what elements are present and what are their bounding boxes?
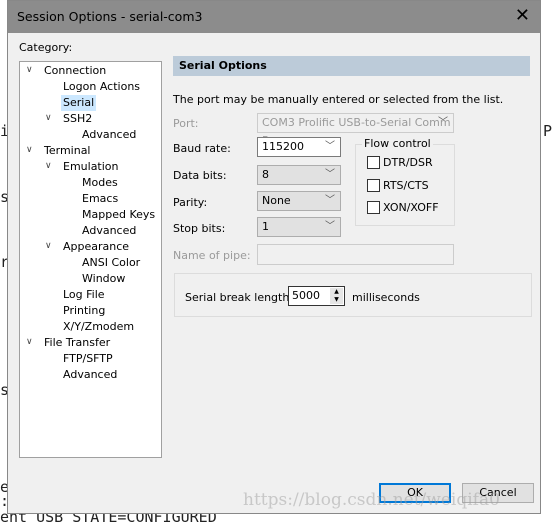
checkbox-icon — [367, 179, 380, 192]
tree-item[interactable]: Mapped Keys — [82, 207, 155, 223]
panel-header: Serial Options — [173, 56, 530, 76]
tree-item[interactable]: Advanced — [82, 127, 136, 143]
dtr-dsr-checkbox[interactable]: DTR/DSR — [367, 156, 433, 169]
break-value: 5000 — [292, 289, 320, 302]
tree-item[interactable]: Terminal — [44, 143, 91, 159]
dialog-title: Session Options - serial-com3 — [17, 9, 203, 24]
tree-item[interactable]: Modes — [82, 175, 118, 191]
parity-label: Parity: — [173, 196, 208, 209]
chevron-down-icon: ﹀ — [325, 141, 335, 152]
pipe-input[interactable] — [257, 244, 454, 265]
tree-item[interactable]: Logon Actions — [63, 79, 140, 95]
tree-item[interactable]: SSH2 — [63, 111, 92, 127]
parity-value: None — [262, 194, 291, 207]
tree-item[interactable]: Serial — [61, 95, 97, 111]
tree-item[interactable]: FTP/SFTP — [63, 351, 113, 367]
close-icon[interactable]: ✕ — [515, 5, 530, 26]
checkbox-icon — [367, 156, 380, 169]
tree-item[interactable]: Connection — [44, 63, 106, 79]
bg-text: P — [543, 122, 553, 140]
chevron-down-icon[interactable]: ∨ — [45, 241, 52, 251]
title-bar: Session Options - serial-com3 ✕ — [8, 1, 540, 33]
chevron-down-icon: ﹀ — [438, 117, 448, 128]
category-label: Category: — [19, 41, 73, 54]
spinner-arrows-icon[interactable]: ▲ ▼ — [330, 288, 343, 304]
tree-item[interactable]: Advanced — [82, 223, 136, 239]
data-bits-label: Data bits: — [173, 169, 227, 182]
port-label: Port: — [173, 117, 199, 130]
xon-label: XON/XOFF — [383, 201, 439, 214]
checkbox-icon — [367, 201, 380, 214]
tree-item[interactable]: Log File — [63, 287, 105, 303]
break-label: Serial break length: — [185, 291, 294, 304]
tree-item[interactable]: Emulation — [63, 159, 119, 175]
baud-value: 115200 — [262, 140, 304, 153]
chevron-down-icon[interactable]: ∨ — [45, 161, 52, 171]
tree-item[interactable]: ANSI Color — [82, 255, 140, 271]
data-bits-combo[interactable]: 8 ﹀ — [257, 165, 341, 185]
rts-label: RTS/CTS — [383, 179, 429, 192]
tree-item[interactable]: File Transfer — [44, 335, 110, 351]
stop-bits-value: 1 — [262, 220, 269, 233]
tree-item[interactable]: Emacs — [82, 191, 118, 207]
stop-bits-combo[interactable]: 1 ﹀ — [257, 217, 341, 237]
chevron-down-icon[interactable]: ∨ — [26, 145, 33, 155]
flow-control-label: Flow control — [362, 137, 433, 150]
chevron-down-icon: ﹀ — [325, 195, 335, 206]
chevron-down-icon: ﹀ — [325, 169, 335, 180]
tree-item[interactable]: Printing — [63, 303, 105, 319]
chevron-down-icon[interactable]: ∨ — [26, 65, 33, 75]
port-combo[interactable]: COM3 Prolific USB-to-Serial Comm Po﹀ — [257, 113, 454, 147]
pipe-label: Name of pipe: — [173, 249, 251, 262]
xon-xoff-checkbox[interactable]: XON/XOFF — [367, 201, 439, 214]
chevron-down-icon[interactable]: ∨ — [45, 113, 52, 123]
dtr-label: DTR/DSR — [383, 156, 433, 169]
break-length-input[interactable]: 5000 ▲ ▼ — [288, 286, 345, 306]
description: The port may be manually entered or sele… — [173, 93, 504, 106]
session-options-dialog: Session Options - serial-com3 ✕ Category… — [7, 0, 541, 514]
data-bits-value: 8 — [262, 168, 269, 181]
category-tree[interactable]: ∨ Connection Logon Actions Serial ∨ SSH2 Advan… — [19, 61, 162, 458]
tree-item[interactable]: X/Y/Zmodem — [63, 319, 134, 335]
tree-item[interactable]: Advanced — [63, 367, 117, 383]
baud-rate-combo[interactable]: 115200 ﹀ — [257, 137, 341, 157]
watermark: https://blog.csdn.net/weiqifa0 — [243, 490, 500, 510]
tree-item[interactable]: Appearance — [63, 239, 129, 255]
chevron-down-icon: ﹀ — [325, 221, 335, 232]
parity-combo[interactable]: None ﹀ — [257, 191, 341, 211]
stop-bits-label: Stop bits: — [173, 222, 226, 235]
chevron-down-icon[interactable]: ∨ — [26, 337, 33, 347]
tree-item[interactable]: Window — [82, 271, 125, 287]
break-unit: milliseconds — [352, 291, 420, 304]
baud-label: Baud rate: — [173, 142, 231, 155]
rts-cts-checkbox[interactable]: RTS/CTS — [367, 179, 429, 192]
